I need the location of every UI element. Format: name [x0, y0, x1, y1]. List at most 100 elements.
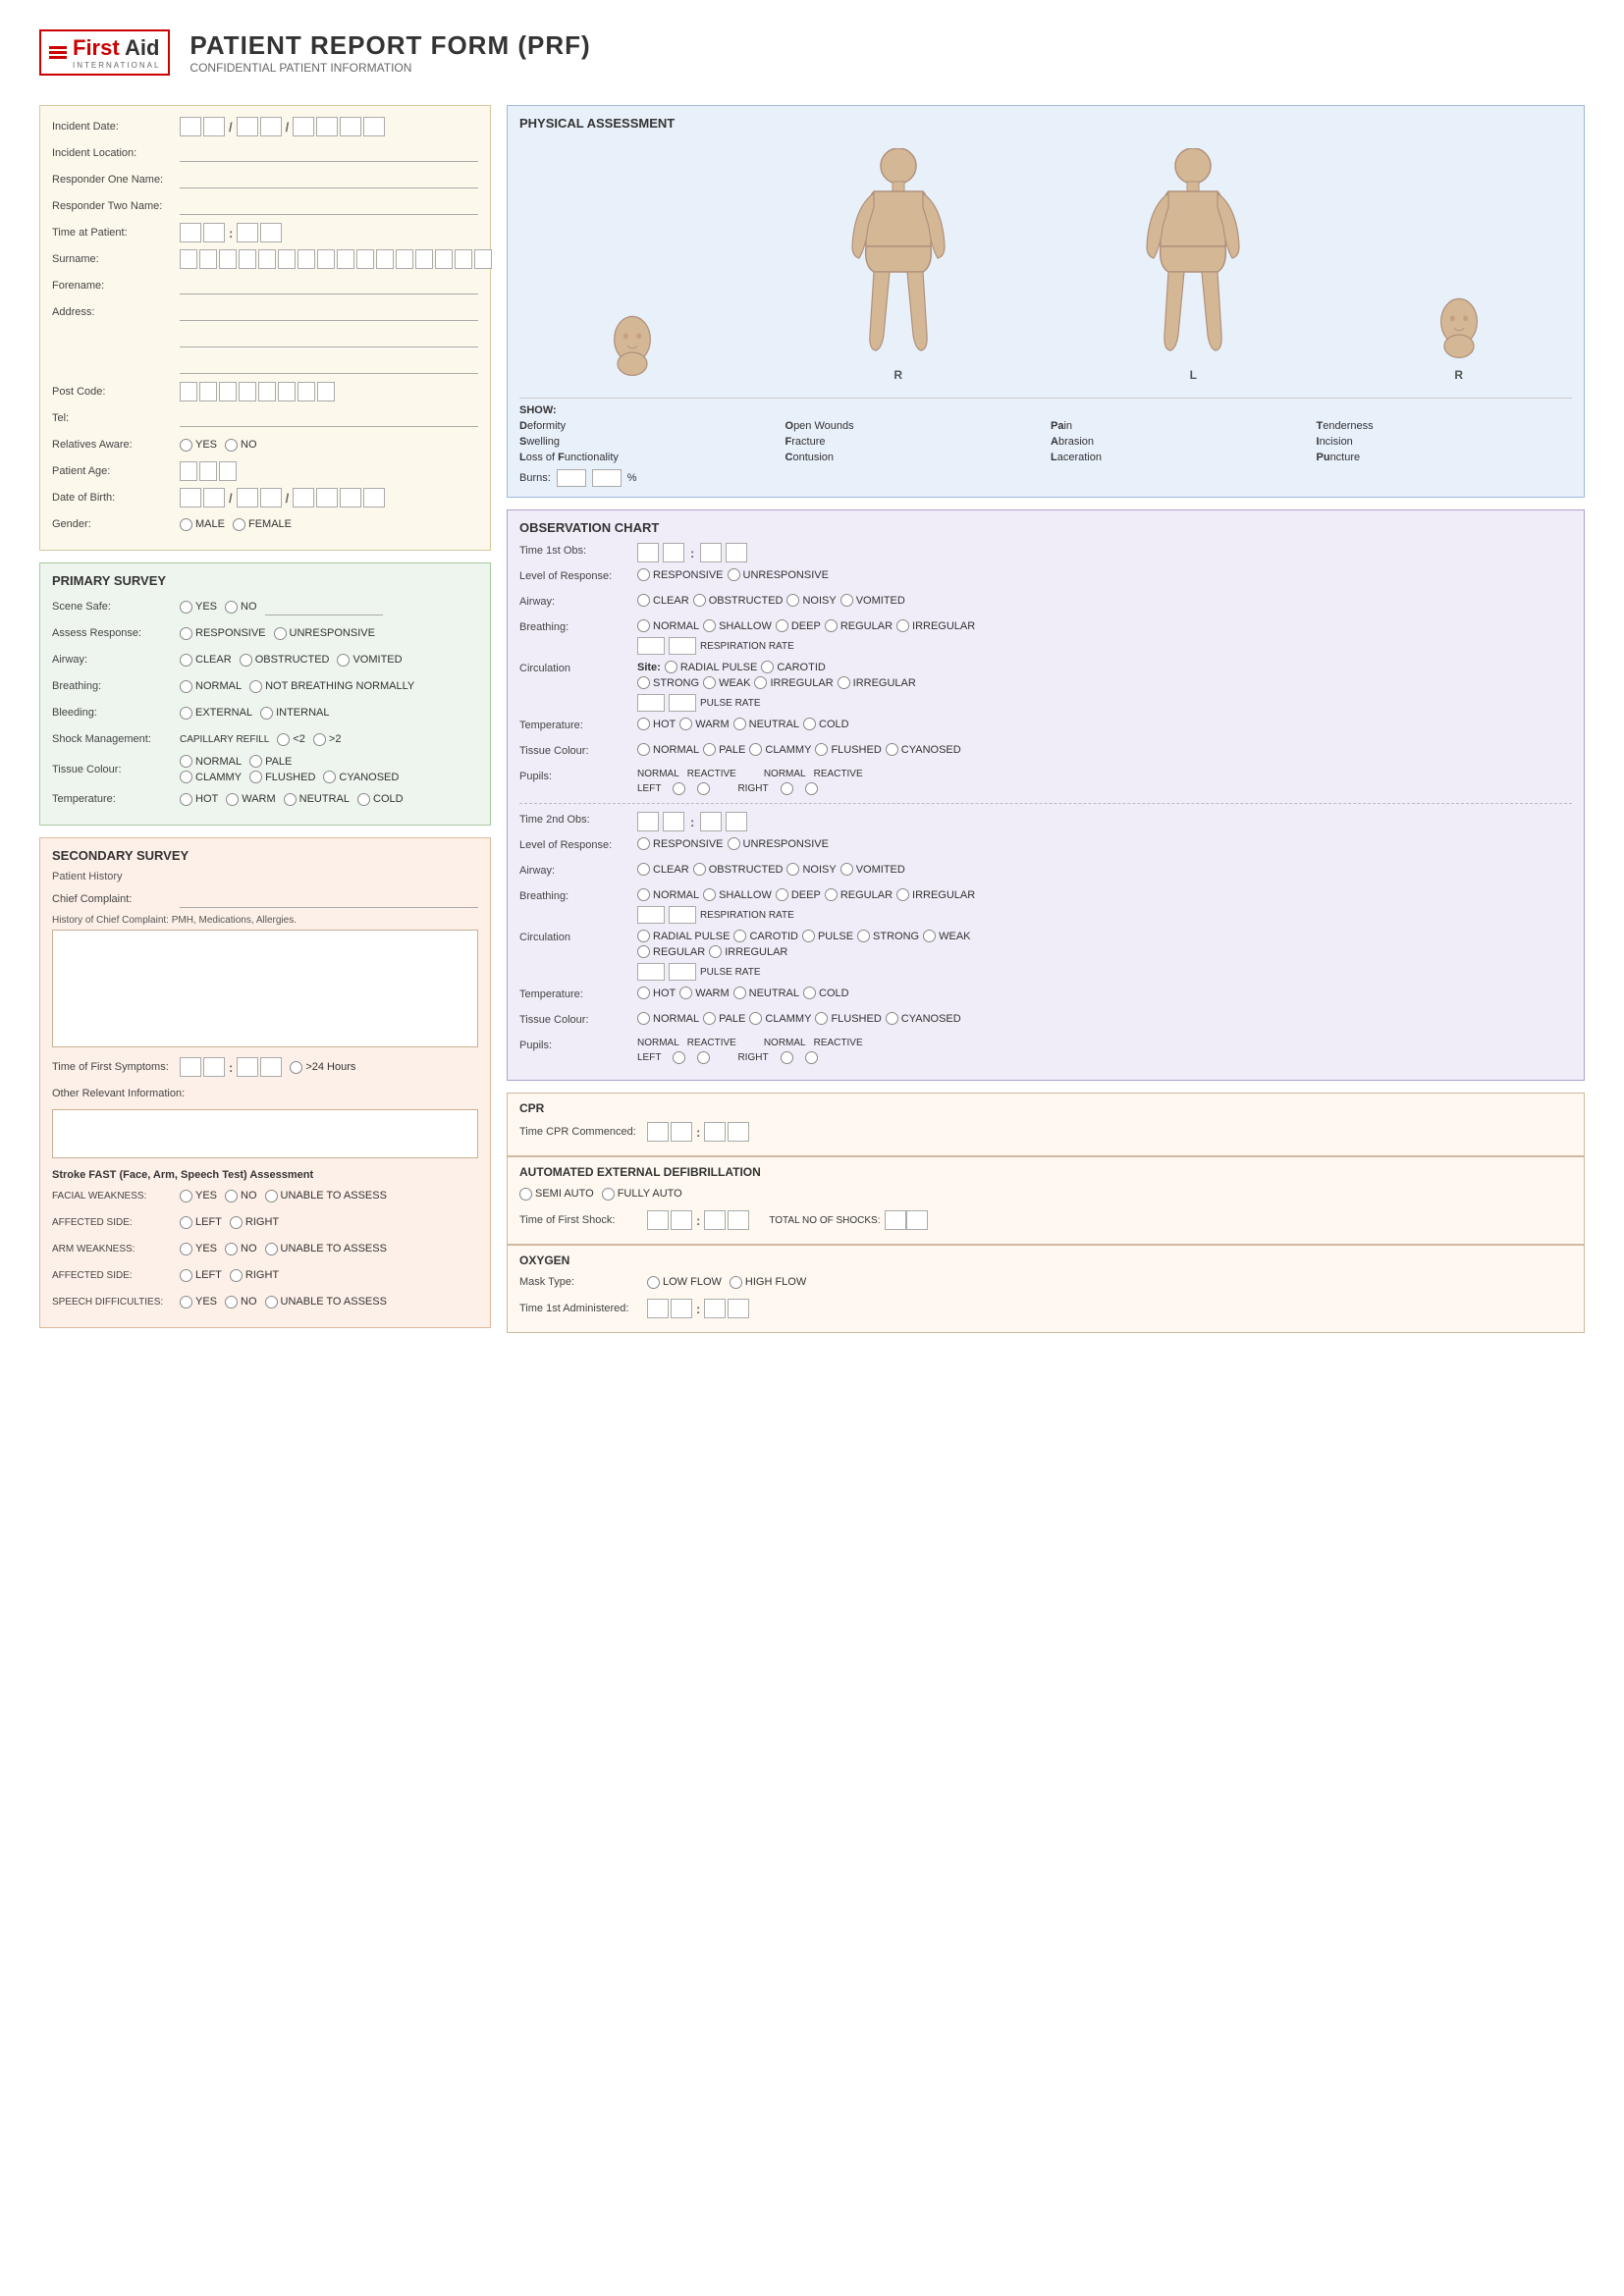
aed-total-shocks-2[interactable]	[906, 1210, 928, 1230]
obs-tc-clammy[interactable]: CLAMMY	[749, 743, 811, 756]
resp-rate-box-1b[interactable]	[669, 637, 696, 655]
obs-t-cold-radio[interactable]	[803, 718, 816, 730]
oxy-low-flow[interactable]: LOW FLOW	[647, 1276, 722, 1289]
obs-c-irregular[interactable]: IRREGULAR	[754, 676, 833, 689]
ps-temp-hot-radio[interactable]	[180, 793, 192, 806]
pc-5[interactable]	[258, 382, 276, 401]
pulse-rate-box-2b[interactable]	[669, 963, 696, 981]
obs-t1-m1[interactable]	[700, 543, 722, 562]
obs-b-shallow[interactable]: SHALLOW	[703, 619, 772, 632]
obs-c-radial[interactable]: RADIAL PULSE	[665, 661, 757, 673]
obs-c2-regular-radio[interactable]	[637, 945, 650, 958]
resp-rate-box-1a[interactable]	[637, 637, 665, 655]
obs-c2-weak[interactable]: WEAK	[923, 930, 970, 942]
obs-t2-h1[interactable]	[637, 812, 659, 831]
obs-b-normal[interactable]: NORMAL	[637, 619, 699, 632]
obs-c-irregular2[interactable]: IRREGULAR	[838, 676, 916, 689]
aw-unable-radio[interactable]	[265, 1243, 278, 1255]
obs-airway2-vomited[interactable]: VOMITED	[840, 863, 905, 876]
ps-bleeding-external[interactable]: EXTERNAL	[180, 707, 252, 720]
obs-t-warm[interactable]: WARM	[679, 718, 729, 730]
pupils-left-radio-1a[interactable]	[673, 782, 685, 795]
oxy-m2[interactable]	[728, 1299, 749, 1318]
date-d1[interactable]	[180, 117, 201, 136]
pupils-left2-radio-b[interactable]	[697, 1051, 710, 1064]
as2-right-radio[interactable]	[230, 1269, 243, 1282]
date-m2[interactable]	[260, 117, 282, 136]
dob-y4[interactable]	[363, 488, 385, 507]
obs-tc2-cyanosed-radio[interactable]	[886, 1012, 898, 1025]
obs-b2-shallow-radio[interactable]	[703, 888, 716, 901]
aed-m2[interactable]	[728, 1210, 749, 1230]
obs-b2-irregular[interactable]: IRREGULAR	[896, 888, 975, 901]
obs-b2-deep[interactable]: DEEP	[776, 888, 821, 901]
ps-airway-obstructed[interactable]: OBSTRUCTED	[240, 654, 330, 667]
s-box-10[interactable]	[356, 249, 374, 269]
obs-lor-responsive[interactable]: RESPONSIVE	[637, 568, 724, 581]
obs-tc2-clammy-radio[interactable]	[749, 1012, 762, 1025]
obs-t-warm-radio[interactable]	[679, 718, 692, 730]
assess-unresponsive-radio[interactable]	[274, 627, 287, 640]
history-textarea[interactable]	[52, 930, 478, 1047]
oxy-m1[interactable]	[704, 1299, 726, 1318]
pc-6[interactable]	[278, 382, 296, 401]
obs-c-irregular2-radio[interactable]	[838, 676, 850, 689]
ps-breathing-not-normal[interactable]: NOT BREATHING NORMALLY	[249, 680, 414, 693]
obs-airway-vomited-radio[interactable]	[840, 594, 853, 607]
forename-input[interactable]	[180, 277, 478, 294]
ps-temp-neutral-radio[interactable]	[284, 793, 297, 806]
s-box-5[interactable]	[258, 249, 276, 269]
fw-unable-radio[interactable]	[265, 1190, 278, 1202]
as1-left[interactable]: LEFT	[180, 1216, 222, 1229]
relatives-yes-radio[interactable]	[180, 439, 192, 452]
scene-yes[interactable]: YES	[180, 601, 217, 614]
time-h2[interactable]	[203, 223, 225, 242]
address-input-3[interactable]	[180, 356, 478, 374]
obs-lor2-responsive[interactable]: RESPONSIVE	[637, 837, 724, 850]
pc-2[interactable]	[199, 382, 217, 401]
fw-no-radio[interactable]	[225, 1190, 238, 1202]
cpr-h2[interactable]	[671, 1122, 692, 1142]
obs-airway2-obstructed[interactable]: OBSTRUCTED	[693, 863, 784, 876]
obs-t2-warm[interactable]: WARM	[679, 987, 729, 999]
pupils-right2-radio-b[interactable]	[805, 1051, 818, 1064]
resp-rate-box-2b[interactable]	[669, 906, 696, 924]
obs-t2-m2[interactable]	[726, 812, 747, 831]
responder-one-input[interactable]	[180, 171, 478, 188]
obs-c2-strong[interactable]: STRONG	[857, 930, 919, 942]
obs-t1-h1[interactable]	[637, 543, 659, 562]
obs-c2-radial-radio[interactable]	[637, 930, 650, 942]
obs-b2-shallow[interactable]: SHALLOW	[703, 888, 772, 901]
obs-tc2-pale-radio[interactable]	[703, 1012, 716, 1025]
s-box-12[interactable]	[396, 249, 413, 269]
obs-c2-carotid-radio[interactable]	[733, 930, 746, 942]
obs-t1-m2[interactable]	[726, 543, 747, 562]
obs-t-hot-radio[interactable]	[637, 718, 650, 730]
aed-m1[interactable]	[704, 1210, 726, 1230]
relatives-yes[interactable]: YES	[180, 439, 217, 452]
tfs-gt24-radio[interactable]	[290, 1061, 302, 1074]
incident-location-input[interactable]	[180, 144, 478, 162]
ps-breathing-normal-radio[interactable]	[180, 680, 192, 693]
as2-left[interactable]: LEFT	[180, 1269, 222, 1282]
ps-tc-pale-radio[interactable]	[249, 755, 262, 768]
obs-t-neutral-radio[interactable]	[733, 718, 746, 730]
chief-complaint-input[interactable]	[180, 890, 478, 908]
dob-y2[interactable]	[316, 488, 338, 507]
obs-c-strong[interactable]: STRONG	[637, 676, 699, 689]
s-box-6[interactable]	[278, 249, 296, 269]
obs-b2-normal-radio[interactable]	[637, 888, 650, 901]
obs-tc-clammy-radio[interactable]	[749, 743, 762, 756]
obs-t2-cold[interactable]: COLD	[803, 987, 849, 999]
age-2[interactable]	[199, 461, 217, 481]
oxy-h2[interactable]	[671, 1299, 692, 1318]
dob-y3[interactable]	[340, 488, 361, 507]
obs-lor-unresponsive-radio[interactable]	[728, 568, 740, 581]
pc-7[interactable]	[298, 382, 315, 401]
dob-d2[interactable]	[203, 488, 225, 507]
obs-t2-hot-radio[interactable]	[637, 987, 650, 999]
ps-airway-vomited-radio[interactable]	[337, 654, 350, 667]
obs-c2-pulse[interactable]: PULSE	[802, 930, 853, 942]
other-relevant-textarea[interactable]	[52, 1109, 478, 1158]
obs-tc-cyanosed[interactable]: CYANOSED	[886, 743, 961, 756]
